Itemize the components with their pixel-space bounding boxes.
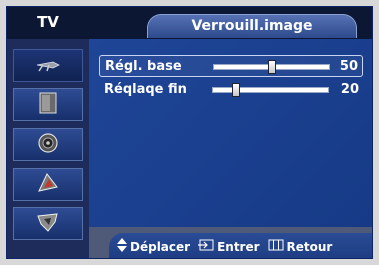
back-hint-label: Retour (286, 239, 333, 254)
sidebar-item-setup[interactable] (13, 168, 83, 201)
enter-key-icon (198, 239, 214, 254)
speaker-icon (36, 131, 60, 159)
row-label: Réqlaqe fin (104, 82, 187, 97)
slider-knob[interactable] (232, 83, 240, 97)
tv-osd-menu: TV Verrouill.image Régl. base 50 Réqlaqe… (6, 6, 373, 259)
sidebar-header: TV (7, 7, 89, 39)
sidebar: TV (7, 7, 89, 258)
sidebar-item-channel[interactable] (13, 49, 83, 82)
sidebar-item-input[interactable] (13, 207, 83, 240)
move-hint-label: Déplacer (130, 239, 191, 254)
menu-key-icon (268, 239, 284, 254)
antenna-icon (33, 55, 63, 77)
sidebar-item-picture[interactable] (13, 88, 83, 121)
coarse-slider[interactable] (213, 60, 330, 74)
updown-arrows-icon (117, 238, 127, 255)
setup-icon (35, 171, 61, 199)
row-value: 50 (339, 59, 358, 74)
move-hint: Déplacer (117, 238, 190, 255)
menu-area: Régl. base 50 Réqlaqe fin 20 (89, 39, 372, 227)
menu-title: Verrouill.image (147, 14, 357, 38)
menu-row-coarse[interactable]: Régl. base 50 (99, 55, 363, 77)
header-bar: Verrouill.image (89, 7, 372, 39)
back-hint: Retour (268, 239, 333, 254)
enter-hint-label: Entrer (217, 239, 260, 254)
menu-row-fine[interactable]: Réqlaqe fin 20 (99, 79, 363, 101)
fine-slider[interactable] (212, 83, 329, 97)
input-icon (35, 210, 61, 238)
footer-bar: Déplacer Entrer Retour (89, 227, 372, 258)
key-hints: Déplacer Entrer Retour (109, 233, 372, 258)
slider-knob[interactable] (267, 60, 276, 74)
sidebar-item-sound[interactable] (13, 128, 83, 161)
picture-icon (35, 90, 61, 120)
enter-hint: Entrer (198, 239, 260, 254)
row-value: 20 (340, 82, 359, 97)
row-label: Régl. base (105, 59, 182, 74)
